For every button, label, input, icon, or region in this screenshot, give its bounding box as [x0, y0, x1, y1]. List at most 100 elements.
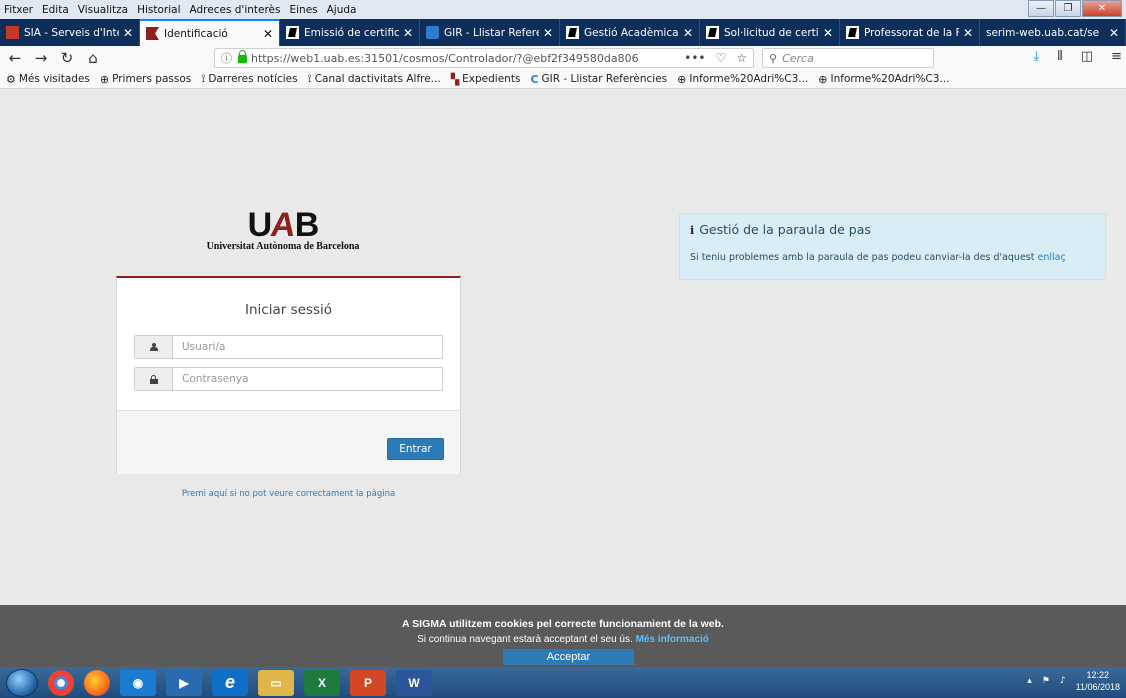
accept-cookies-button[interactable]: Acceptar — [503, 649, 634, 665]
url-text[interactable]: https://web1.uab.es:31501/cosmos/Control… — [251, 52, 639, 65]
restore-button[interactable]: ❐ — [1055, 0, 1081, 17]
help-link[interactable]: Premi aquí si no pot veure correctament … — [116, 489, 461, 499]
bookmark-item[interactable]: ⟟ Canal dactivitats Alfre... — [308, 72, 441, 86]
tab-close-icon[interactable]: ✕ — [543, 26, 553, 40]
tab-close-icon[interactable]: ✕ — [963, 26, 973, 40]
clock-date: 11/06/2018 — [1075, 682, 1120, 692]
clock-time: 12:22 — [1086, 670, 1110, 680]
login-submit-button[interactable]: Entrar — [387, 438, 444, 460]
bookmark-label: Informe%20Adri%C3... — [830, 73, 950, 85]
tab-close-icon[interactable]: ✕ — [403, 26, 413, 40]
download-icon[interactable]: ⤓ — [1034, 49, 1040, 64]
bookmark-item[interactable]: ⊕ Informe%20Adri%C3... — [818, 73, 949, 86]
tab-professorat[interactable]: Professorat de la F ✕ — [840, 19, 980, 46]
tab-close-icon[interactable]: ✕ — [1109, 26, 1119, 40]
tab-gir[interactable]: GIR - Llistar Refere ✕ — [420, 19, 560, 46]
volume-icon[interactable]: ♪ — [1060, 676, 1066, 686]
url-bar[interactable]: ⓘ https://web1.uab.es:31501/cosmos/Contr… — [214, 48, 754, 68]
bookmark-item[interactable]: ▚ Expedients — [451, 73, 521, 86]
cookie-banner: A SIGMA utilitzem cookies pel correcte f… — [0, 605, 1126, 667]
password-input[interactable] — [173, 368, 442, 390]
tab-identificacio[interactable]: Identificació ✕ — [140, 19, 280, 46]
info-circle-icon[interactable]: ⓘ — [221, 50, 232, 66]
bookmark-item[interactable]: ⟟ Darreres notícies — [201, 72, 297, 86]
internet-explorer-icon[interactable]: e — [212, 669, 248, 696]
system-tray: ▴ ⚑ ♪ 12:22 11/06/2018 — [1027, 669, 1120, 693]
toolbar-right: ⤓ ⫴ ◫ ≡ — [1034, 49, 1122, 64]
search-placeholder: Cerca — [782, 51, 814, 65]
tab-sollicitud[interactable]: Sol·licitud de certi ✕ — [700, 19, 840, 46]
bookmark-label: Primers passos — [112, 73, 192, 85]
bookmarks-bar: ⚙ Més visitades ⊕ Primers passos ⟟ Darreres… — [0, 70, 1126, 89]
lock-icon-addon — [135, 368, 173, 390]
tab-close-icon[interactable]: ✕ — [823, 26, 833, 40]
chrome-icon[interactable] — [48, 669, 74, 696]
back-button[interactable]: ← — [4, 49, 26, 67]
restore-icon: ❐ — [1063, 3, 1073, 14]
lock-icon — [238, 50, 247, 63]
tab-title: Emissió de certific — [304, 26, 399, 39]
media-player-icon[interactable]: ▶ — [166, 669, 202, 696]
search-input[interactable]: ⚲ Cerca — [762, 48, 934, 68]
clock[interactable]: 12:22 11/06/2018 — [1076, 669, 1120, 693]
bookmark-item[interactable]: C GIR - Llistar Referències — [530, 73, 667, 86]
excel-icon[interactable]: X — [304, 669, 340, 696]
menu-adreces[interactable]: Adreces d'interès — [190, 4, 281, 16]
tab-emissio[interactable]: Emissió de certific ✕ — [280, 19, 420, 46]
reload-button[interactable]: ↻ — [56, 49, 78, 67]
tray-expand-icon[interactable]: ▴ — [1027, 676, 1032, 686]
tab-close-icon[interactable]: ✕ — [683, 26, 693, 40]
taskbar: ◉ ▶ e ▭ X P W ▴ ⚑ ♪ 12:22 11/06/2018 — [0, 667, 1126, 698]
more-info-link[interactable]: Més informació — [636, 634, 709, 645]
menu-ajuda[interactable]: Ajuda — [327, 4, 357, 16]
tab-close-icon[interactable]: ✕ — [123, 26, 133, 40]
tab-title: Gestió Acadèmica — [584, 26, 679, 39]
library-icon[interactable]: ⫴ — [1057, 49, 1062, 64]
forward-button[interactable]: → — [30, 49, 52, 67]
start-button[interactable] — [6, 668, 38, 697]
login-title: Iniciar sessió — [245, 302, 332, 318]
menu-fitxer[interactable]: Fitxer — [4, 4, 33, 16]
pocket-icon[interactable]: ♡ — [715, 51, 726, 65]
network-app-icon[interactable]: ◉ — [120, 669, 156, 696]
file-explorer-icon[interactable]: ▭ — [258, 669, 294, 696]
bookmark-star-icon[interactable]: ☆ — [736, 51, 747, 65]
gear-icon: ⚙ — [6, 72, 16, 86]
change-password-link[interactable]: enllaç — [1038, 252, 1066, 263]
hamburger-menu-icon[interactable]: ≡ — [1111, 49, 1122, 64]
menu-visualitza[interactable]: Visualitza — [78, 4, 128, 16]
tab-serim[interactable]: serim-web.uab.cat/se ✕ — [980, 19, 1126, 46]
close-window-button[interactable]: ✕ — [1082, 0, 1122, 17]
tab-sia[interactable]: SIA - Serveis d'Inte ✕ — [0, 19, 140, 46]
logo-letter: U — [247, 206, 273, 244]
username-input[interactable] — [173, 336, 442, 358]
tab-close-icon[interactable]: ✕ — [263, 27, 273, 41]
bookmark-item[interactable]: ⊕ Primers passos — [100, 73, 191, 86]
forward-arrow-icon: → — [34, 49, 48, 67]
menu-bar: Fitxer Edita Visualitza Historial Adrece… — [0, 0, 1126, 19]
menu-historial[interactable]: Historial — [137, 4, 180, 16]
flag-icon[interactable]: ⚑ — [1042, 676, 1050, 686]
sia-icon — [6, 26, 19, 39]
tab-gestio-academica[interactable]: Gestió Acadèmica ✕ — [560, 19, 700, 46]
uab-icon — [846, 26, 859, 39]
info-text: Si teniu problemes amb la paraula de pas… — [690, 252, 1066, 263]
close-icon: ✕ — [1097, 3, 1107, 14]
minimize-button[interactable]: — — [1028, 0, 1054, 17]
username-field — [134, 335, 443, 359]
home-button[interactable]: ⌂ — [82, 49, 104, 67]
menu-edita[interactable]: Edita — [42, 4, 69, 16]
tab-title: Professorat de la F — [864, 26, 959, 39]
page-content: UAB Universitat Autònoma de Barcelona In… — [0, 90, 1126, 605]
uab-icon — [706, 26, 719, 39]
more-actions-icon[interactable]: ••• — [684, 51, 705, 65]
powerpoint-icon[interactable]: P — [350, 669, 386, 696]
word-icon[interactable]: W — [396, 669, 432, 696]
sidebar-icon[interactable]: ◫ — [1081, 49, 1093, 64]
uab-logo: UAB Universitat Autònoma de Barcelona — [198, 206, 368, 252]
bookmark-item[interactable]: ⊕ Informe%20Adri%C3... — [677, 73, 808, 86]
bookmark-item[interactable]: ⚙ Més visitades — [6, 73, 90, 86]
menu-eines[interactable]: Eines — [289, 4, 317, 16]
firefox-icon[interactable] — [84, 669, 110, 696]
tab-title: Sol·licitud de certi — [724, 26, 819, 39]
